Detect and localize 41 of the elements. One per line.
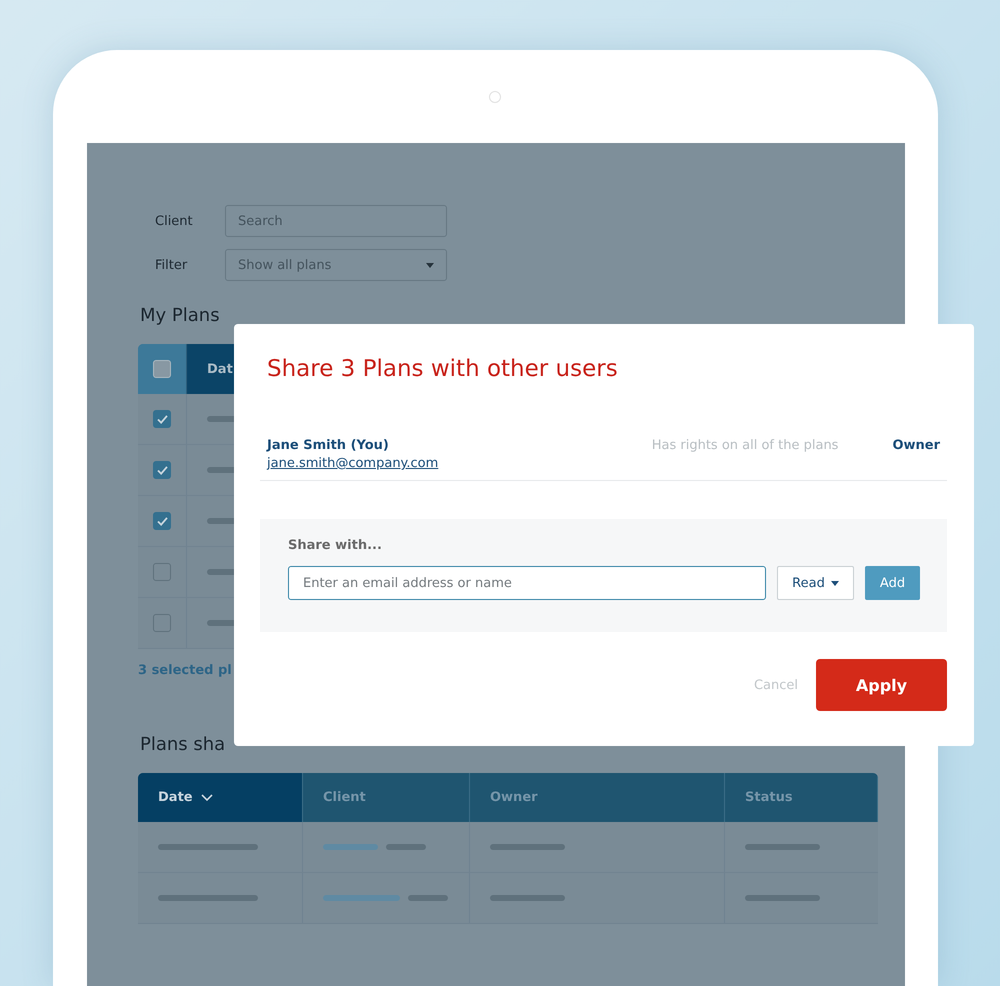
- column-header[interactable]: Owner: [470, 773, 725, 822]
- field-label: Client: [154, 214, 194, 228]
- share-label: Share with...: [288, 538, 383, 553]
- dropdown-value: Show all plans: [238, 258, 332, 272]
- add-button[interactable]: Add: [865, 566, 920, 600]
- email-link[interactable]: jane.smith@company.com: [267, 456, 438, 471]
- field-label: Filter: [154, 258, 188, 272]
- user-name: Jane Smith (You): [267, 438, 389, 453]
- rights-note: Has rights on all of the plans: [652, 438, 838, 453]
- filter-dropdown[interactable]: Show all plans: [225, 249, 447, 281]
- column-header[interactable]: Status: [725, 773, 878, 822]
- dialog-title: Share 3 Plans with other users: [267, 356, 619, 382]
- skeleton-line: [323, 844, 378, 850]
- chevron-down-icon: [200, 794, 213, 802]
- caret-icon: [830, 580, 839, 586]
- permission-dropdown[interactable]: Read: [777, 566, 854, 600]
- checkmark-icon: [156, 414, 168, 424]
- checkbox[interactable]: [153, 360, 171, 378]
- column-header[interactable]: Date: [138, 773, 303, 822]
- skeleton-line: [386, 844, 426, 850]
- section-heading: My Plans: [140, 305, 221, 326]
- caret-icon: [426, 262, 434, 268]
- search-field[interactable]: Search: [225, 205, 447, 237]
- column-header[interactable]: Dat: [207, 362, 233, 376]
- selection-count: 3 selected pl: [138, 663, 233, 678]
- column-header[interactable]: Client: [303, 773, 470, 822]
- apply-button[interactable]: Apply: [816, 659, 947, 711]
- checkbox[interactable]: [153, 512, 171, 530]
- checkmark-icon: [156, 516, 168, 526]
- checkbox[interactable]: [153, 563, 171, 581]
- section-heading: Plans sha: [140, 734, 226, 755]
- checkbox[interactable]: [153, 614, 171, 632]
- checkmark-icon: [156, 466, 168, 474]
- search-placeholder: Search: [238, 214, 283, 228]
- cancel-button[interactable]: Cancel: [754, 674, 798, 696]
- checkbox[interactable]: [153, 410, 171, 428]
- checkbox[interactable]: [153, 461, 171, 479]
- email-input-field[interactable]: Enter an email address or name: [288, 566, 766, 600]
- role-label: Owner: [892, 438, 940, 453]
- camera-icon: [489, 91, 501, 103]
- skeleton-line: [408, 895, 448, 901]
